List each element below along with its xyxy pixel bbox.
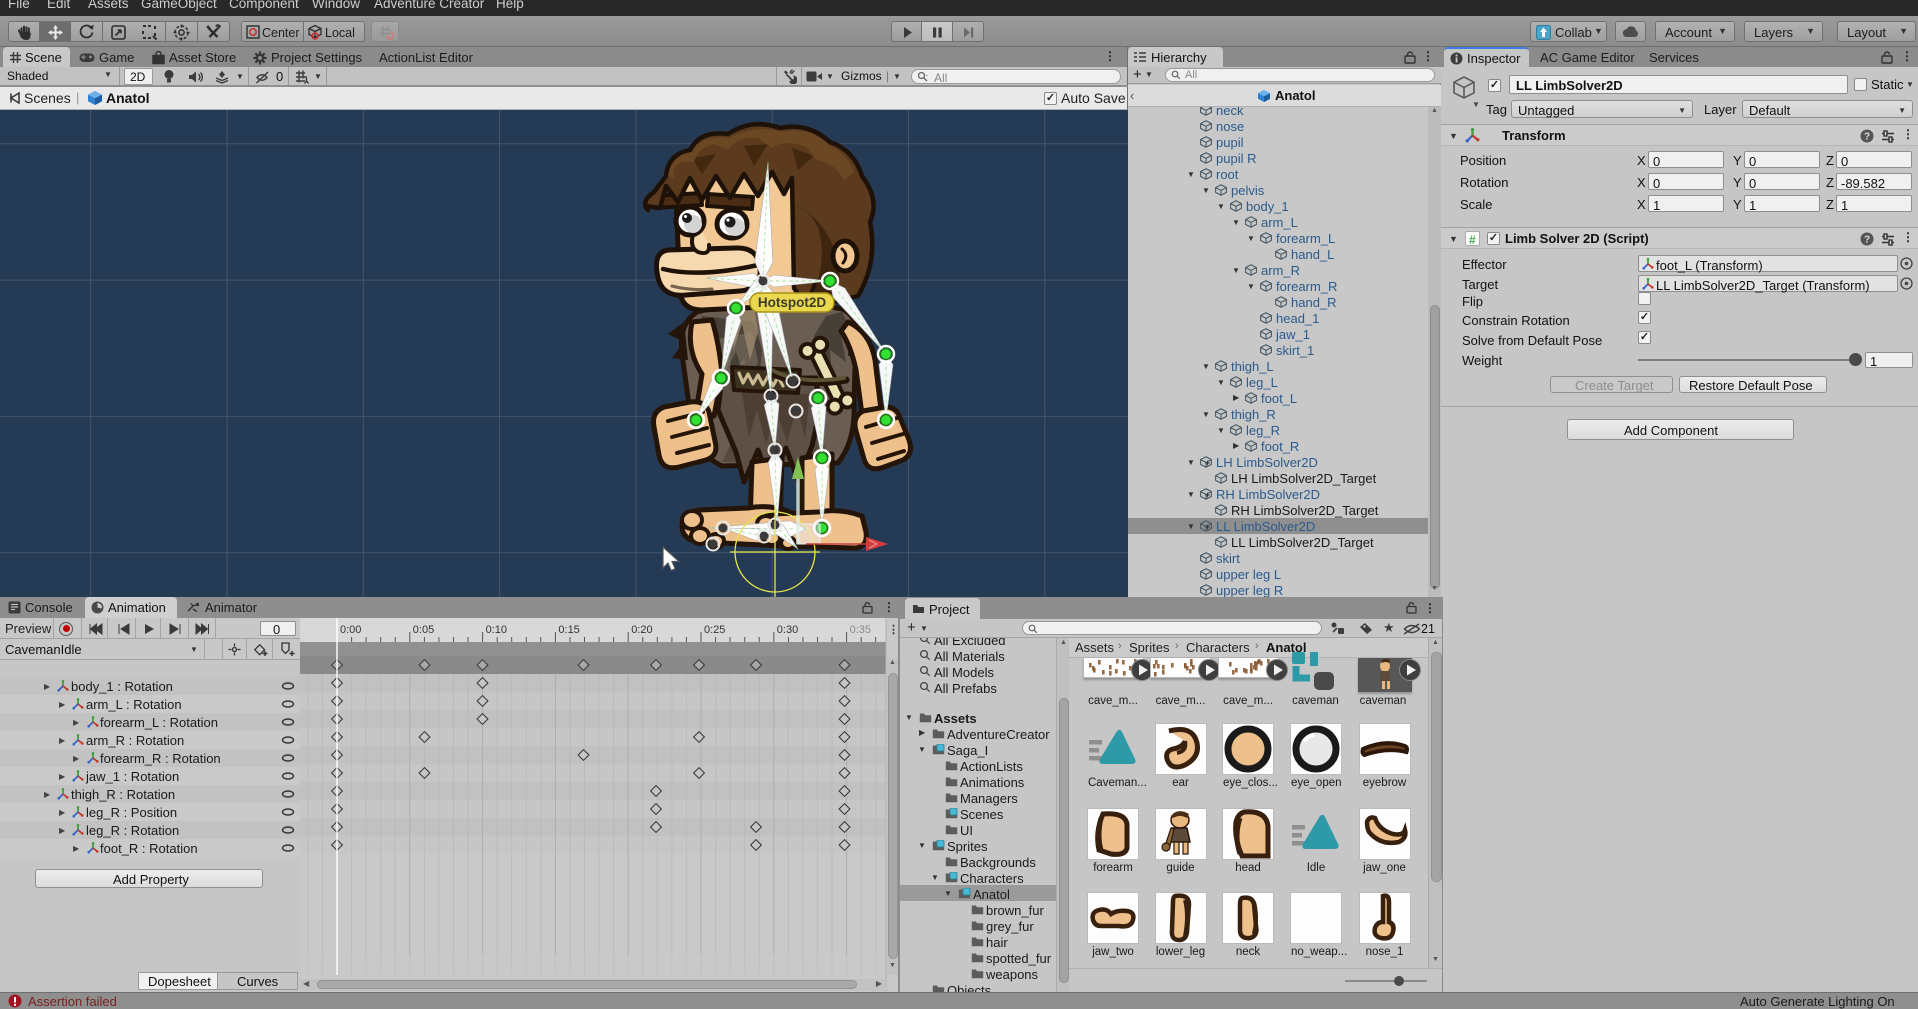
svg-text:Hotspot2D: Hotspot2D [758, 295, 826, 310]
svg-text:0:05: 0:05 [413, 624, 434, 636]
svg-text:0:35: 0:35 [850, 624, 871, 636]
svg-text:0:25: 0:25 [704, 624, 725, 636]
svg-text:?: ? [1864, 235, 1870, 246]
svg-text:0:10: 0:10 [486, 624, 507, 636]
svg-text:?: ? [1864, 132, 1870, 143]
svg-text:0:15: 0:15 [558, 624, 579, 636]
svg-text:0:00: 0:00 [340, 624, 361, 636]
svg-text:0:20: 0:20 [631, 624, 652, 636]
svg-text:0:30: 0:30 [777, 624, 798, 636]
